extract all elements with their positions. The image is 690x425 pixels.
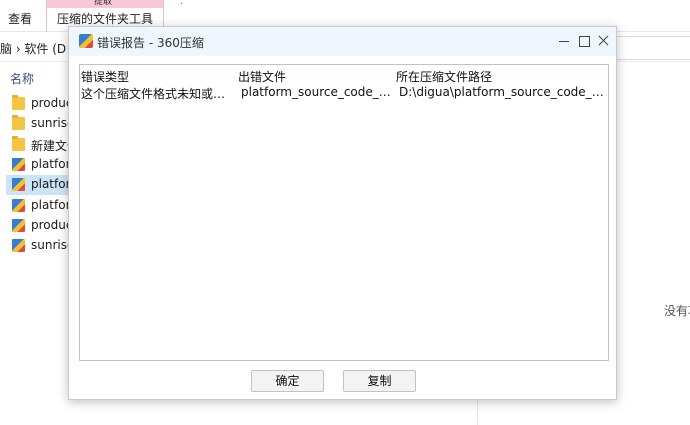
archive-icon: [12, 219, 25, 233]
close-icon[interactable]: [593, 30, 615, 52]
list-item-selected[interactable]: platfor: [6, 175, 76, 196]
list-item[interactable]: produc: [6, 94, 76, 114]
divider: [477, 400, 478, 425]
dialog-title: 错误报告 - 360压缩: [97, 36, 204, 50]
breadcrumb[interactable]: 脑 › 软件 (D: [0, 40, 66, 57]
folder-icon: [12, 95, 25, 110]
archive-path-cell[interactable]: D:\digua\platform_source_code_20260120.z…: [399, 85, 609, 99]
ribbon-mark: .: [180, 0, 184, 7]
error-table[interactable]: 错误类型 出错文件 所在压缩文件路径 这个压缩文件格式未知或者数据已经被损坏 p…: [79, 64, 609, 361]
ok-button[interactable]: 确定: [251, 370, 324, 392]
dialog-titlebar[interactable]: 错误报告 - 360压缩: [69, 27, 616, 56]
error-report-dialog: 错误报告 - 360压缩 错误类型 出错文件 所在压缩文件路径 这个压缩文件格式…: [68, 26, 617, 400]
file-name: produc: [31, 96, 73, 110]
file-list: produc sunrise 新建文件 platfor platfor plat…: [6, 94, 79, 257]
empty-folder-text: 没有项: [664, 304, 690, 318]
column-header-error-file[interactable]: 出错文件: [238, 68, 286, 85]
column-header-archive-path[interactable]: 所在压缩文件路径: [396, 68, 492, 85]
file-name: produc: [31, 218, 73, 233]
list-item[interactable]: 新建文件: [6, 135, 79, 155]
app-360zip-icon: [79, 34, 93, 48]
file-name: platfor: [31, 197, 71, 212]
list-item[interactable]: platfor: [6, 155, 76, 175]
list-item[interactable]: sunrise: [6, 114, 76, 134]
archive-icon: [12, 198, 25, 212]
archive-icon: [12, 239, 25, 253]
error-file-cell[interactable]: platform_source_code_20260120.zip: [241, 85, 391, 99]
copy-button[interactable]: 复制: [343, 370, 416, 392]
minimize-icon[interactable]: [553, 30, 575, 52]
maximize-icon[interactable]: [573, 30, 595, 52]
folder-icon: [12, 115, 25, 131]
search-box[interactable]: [614, 36, 690, 60]
column-header-error-type[interactable]: 错误类型: [81, 68, 129, 85]
list-item[interactable]: produc: [6, 216, 76, 236]
folder-icon: [12, 135, 25, 151]
archive-icon: [12, 178, 25, 192]
column-header-name[interactable]: 名称: [10, 70, 34, 87]
list-item[interactable]: platfor: [6, 196, 76, 216]
file-name: platfor: [31, 157, 71, 172]
archive-icon: [12, 158, 25, 172]
list-item[interactable]: sunrise: [6, 236, 76, 256]
tab-view[interactable]: 查看: [8, 0, 32, 32]
error-type-cell[interactable]: 这个压缩文件格式未知或者数据已经被损坏: [81, 85, 231, 102]
file-name: platfor: [31, 177, 71, 192]
